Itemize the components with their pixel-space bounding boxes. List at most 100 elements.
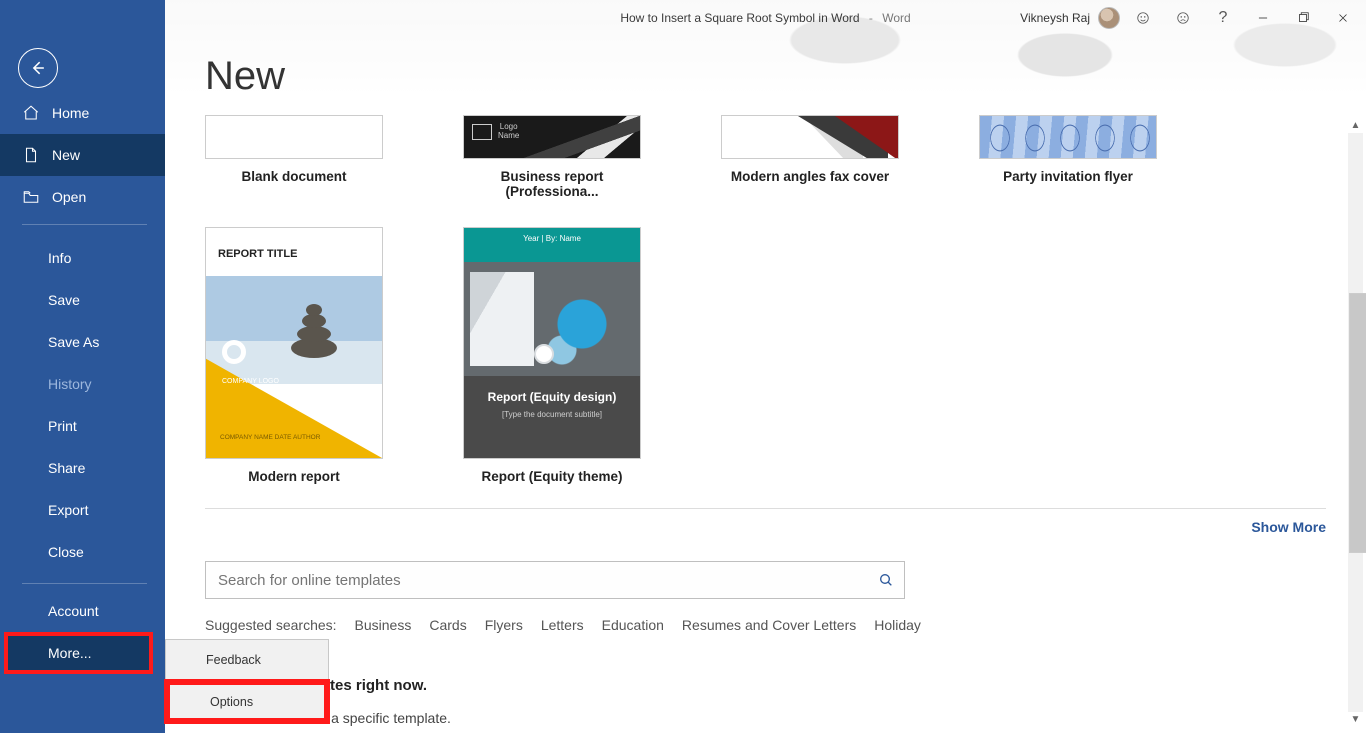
suggested-searches: Suggested searches: Business Cards Flyer… <box>205 617 1326 633</box>
template-label: Modern angles fax cover <box>721 169 899 184</box>
help-icon[interactable]: ? <box>1206 4 1240 32</box>
template-business-report[interactable]: Business report (Professiona... <box>463 115 641 199</box>
sidebar-label: History <box>48 376 92 392</box>
sidebar-label: Close <box>48 544 84 560</box>
main-content: New Blank document Business report (Prof… <box>165 0 1366 733</box>
scroll-up-icon[interactable]: ▲ <box>1348 118 1363 133</box>
suggested-education[interactable]: Education <box>602 617 664 633</box>
template-label: Modern report <box>205 469 383 484</box>
scroll-down-icon[interactable]: ▼ <box>1348 712 1363 727</box>
template-row-1: Blank document Business report (Professi… <box>205 113 1326 199</box>
template-modern-report[interactable]: REPORT TITLE COMPANY LOGO COMPANY NAME D… <box>205 227 383 484</box>
flyout-label: Options <box>210 695 253 709</box>
thumb-title: Report (Equity design) <box>478 390 626 404</box>
frown-icon[interactable] <box>1166 4 1200 32</box>
titlebar: How to Insert a Square Root Symbol in Wo… <box>165 0 1366 36</box>
sidebar-item-open[interactable]: Open <box>0 176 165 218</box>
sidebar-item-export[interactable]: Export <box>0 489 165 531</box>
sidebar-label: Info <box>48 250 71 266</box>
flyout-item-options[interactable]: Options <box>166 681 328 722</box>
sidebar-label: Print <box>48 418 77 434</box>
avatar[interactable] <box>1098 7 1120 29</box>
sidebar-item-home[interactable]: Home <box>0 92 165 134</box>
search-input[interactable] <box>206 562 868 598</box>
minimize-icon[interactable] <box>1246 4 1280 32</box>
sidebar-item-info[interactable]: Info <box>0 237 165 279</box>
template-thumb <box>721 115 899 159</box>
vertical-scrollbar[interactable]: ▲ ▼ <box>1347 118 1364 727</box>
suggested-label: Suggested searches: <box>205 617 337 633</box>
sidebar-item-save[interactable]: Save <box>0 279 165 321</box>
suggested-holiday[interactable]: Holiday <box>874 617 921 633</box>
sidebar-label: New <box>52 147 80 163</box>
template-blank-document[interactable]: Blank document <box>205 115 383 199</box>
flyout-item-feedback[interactable]: Feedback <box>166 640 328 681</box>
suggested-cards[interactable]: Cards <box>429 617 466 633</box>
more-flyout: Feedback Options <box>165 639 329 723</box>
sidebar-item-new[interactable]: New <box>0 134 165 176</box>
sidebar-separator <box>22 224 147 225</box>
template-party-invitation[interactable]: Party invitation flyer <box>979 115 1157 199</box>
sidebar-item-print[interactable]: Print <box>0 405 165 447</box>
template-report-equity[interactable]: Year | By: Name Report (Equity design) [… <box>463 227 641 484</box>
template-thumb: REPORT TITLE COMPANY LOGO COMPANY NAME D… <box>205 227 383 459</box>
sidebar-item-history: History <box>0 363 165 405</box>
template-label: Party invitation flyer <box>979 169 1157 184</box>
sidebar-label: Save <box>48 292 80 308</box>
suggested-letters[interactable]: Letters <box>541 617 584 633</box>
sidebar-item-account[interactable]: Account <box>0 590 165 632</box>
titlebar-right: Vikneysh Raj ? <box>1020 4 1366 32</box>
sidebar-label: Open <box>52 189 86 205</box>
page-title: New <box>205 54 1326 99</box>
suggested-flyers[interactable]: Flyers <box>485 617 523 633</box>
template-thumb <box>979 115 1157 159</box>
search-button[interactable] <box>868 562 904 598</box>
sidebar-label: More... <box>48 645 92 661</box>
title-separator: - <box>869 11 873 25</box>
new-doc-icon <box>22 146 40 164</box>
user-name[interactable]: Vikneysh Raj <box>1020 11 1090 25</box>
cant-find-section: any Office templates right now. e search… <box>205 677 1326 726</box>
backstage-sidebar: Home New Open Info Save Save As History … <box>0 0 165 733</box>
document-title: How to Insert a Square Root Symbol in Wo… <box>620 11 859 25</box>
thumb-company: COMPANY LOGO <box>222 377 279 386</box>
template-label: Business report (Professiona... <box>463 169 641 199</box>
sidebar-item-more[interactable]: More... <box>6 634 151 672</box>
template-label: Blank document <box>205 169 383 184</box>
template-thumb <box>463 115 641 159</box>
sidebar-group: Info Save Save As History Print Share Ex… <box>0 237 165 573</box>
flyout-label: Feedback <box>206 653 261 667</box>
sidebar-label: Share <box>48 460 85 476</box>
template-row-2: REPORT TITLE COMPANY LOGO COMPANY NAME D… <box>205 227 1326 484</box>
sidebar-item-save-as[interactable]: Save As <box>0 321 165 363</box>
suggested-resumes[interactable]: Resumes and Cover Letters <box>682 617 856 633</box>
template-thumb <box>205 115 383 159</box>
back-button[interactable] <box>18 48 58 88</box>
smile-icon[interactable] <box>1126 4 1160 32</box>
section-divider <box>205 508 1326 509</box>
scroll-track[interactable] <box>1348 133 1363 712</box>
template-modern-angles-fax[interactable]: Modern angles fax cover <box>721 115 899 199</box>
template-thumb: Year | By: Name Report (Equity design) [… <box>463 227 641 459</box>
maximize-icon[interactable] <box>1286 4 1320 32</box>
show-more-link[interactable]: Show More <box>205 519 1326 535</box>
template-search <box>205 561 905 599</box>
thumb-bar: Year | By: Name <box>464 228 640 262</box>
cant-find-body: e search box to find a specific template… <box>205 710 1326 726</box>
sidebar-label: Account <box>48 603 99 619</box>
scroll-thumb[interactable] <box>1349 293 1366 553</box>
thumb-title: REPORT TITLE <box>218 248 297 260</box>
thumb-sub: [Type the document subtitle] <box>478 410 626 419</box>
sidebar-item-share[interactable]: Share <box>0 447 165 489</box>
template-label: Report (Equity theme) <box>463 469 641 484</box>
sidebar-separator <box>22 583 147 584</box>
sidebar-label: Home <box>52 105 89 121</box>
suggested-business[interactable]: Business <box>355 617 412 633</box>
search-icon <box>878 572 894 588</box>
home-icon <box>22 104 40 122</box>
sidebar-item-close[interactable]: Close <box>0 531 165 573</box>
sidebar-label: Export <box>48 502 88 518</box>
open-folder-icon <box>22 188 40 206</box>
cant-find-heading: any Office templates right now. <box>205 677 1326 694</box>
close-icon[interactable] <box>1326 4 1360 32</box>
